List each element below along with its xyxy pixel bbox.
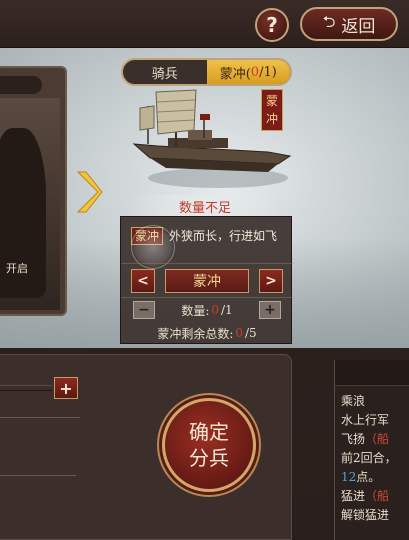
back-button[interactable]: ⮌ 返回	[300, 7, 398, 41]
troop-slider-track[interactable]	[0, 385, 52, 391]
help-button[interactable]: ?	[255, 8, 289, 42]
quantity-stepper: − 数量: 0/1 +	[131, 301, 283, 321]
skill-line: 前2回合，	[341, 451, 397, 465]
skill-line: 乘浪	[341, 394, 366, 408]
divider	[121, 297, 293, 298]
remaining-total: /5	[245, 326, 257, 340]
top-bar: ? ⮌ 返回	[0, 0, 409, 48]
skill-panel: 乘浪 水上行军 飞扬（船 前2回合， 12点。 猛进（船 解锁猛进	[334, 360, 409, 540]
selected-unit-name: 蒙冲	[165, 269, 249, 293]
skill-line: 解锁猛进	[341, 508, 390, 522]
confirm-split-button[interactable]: 确定 分兵	[162, 398, 256, 492]
chevron-right-icon[interactable]	[74, 168, 104, 216]
troop-increase-button[interactable]: +	[54, 377, 78, 399]
tab-mengchong-count: 0	[250, 64, 260, 80]
skill-line: 猛进（船	[341, 489, 390, 503]
back-label: 返回	[341, 16, 376, 37]
unit-selector: < 蒙冲 >	[131, 269, 283, 293]
unit-info-panel: 外狭而长，行进如飞 蒙冲 < 蒙冲 > − 数量:0/1 + 蒙冲剩余总数:0/…	[120, 216, 293, 344]
general-card[interactable]: 开启	[0, 66, 67, 316]
next-unit-button[interactable]: >	[259, 269, 283, 293]
divider	[121, 263, 293, 264]
tab-mengchong-prefix: 蒙冲(	[219, 66, 251, 82]
back-arrow-icon: ⮌	[322, 11, 336, 31]
confirm-label-line1: 确定	[189, 420, 229, 444]
remaining-current: 0	[235, 326, 243, 340]
skill-line: 水上行军	[341, 413, 390, 427]
quantity-display: 数量: 0/1	[161, 301, 253, 319]
skill-panel-header	[335, 360, 409, 386]
insufficient-warning: 数量不足	[130, 195, 280, 217]
unit-tabs: 骑兵 蒙冲(0/1)	[121, 58, 292, 86]
increase-button[interactable]: +	[259, 301, 281, 319]
general-card-header	[0, 76, 42, 94]
skill-line: 12点。	[341, 470, 381, 484]
remaining-count: 蒙冲剩余总数: 0/5	[121, 325, 293, 341]
unit-description: 外狭而长，行进如飞 蒙冲	[127, 223, 287, 269]
divider	[0, 475, 76, 476]
unlock-text: 开启	[6, 262, 28, 275]
tab-cavalry[interactable]: 骑兵	[123, 60, 207, 84]
quantity-label: 数量:	[181, 303, 210, 318]
tab-mengchong[interactable]: 蒙冲(0/1)	[206, 60, 290, 84]
quantity-current: 0	[211, 303, 219, 317]
skill-line: 飞扬（船	[341, 432, 390, 446]
prev-unit-button[interactable]: <	[131, 269, 155, 293]
remaining-label: 蒙冲剩余总数:	[157, 326, 234, 341]
unit-seal: 蒙冲	[261, 89, 283, 131]
confirm-label-line2: 分兵	[189, 446, 229, 470]
general-portrait	[0, 98, 60, 310]
skill-text: 乘浪 水上行军 飞扬（船 前2回合， 12点。 猛进（船 解锁猛进	[341, 392, 409, 525]
decrease-button[interactable]: −	[133, 301, 155, 319]
tab-mengchong-suffix: /1)	[259, 64, 277, 80]
divider	[0, 417, 80, 418]
quantity-max: /1	[221, 303, 233, 317]
